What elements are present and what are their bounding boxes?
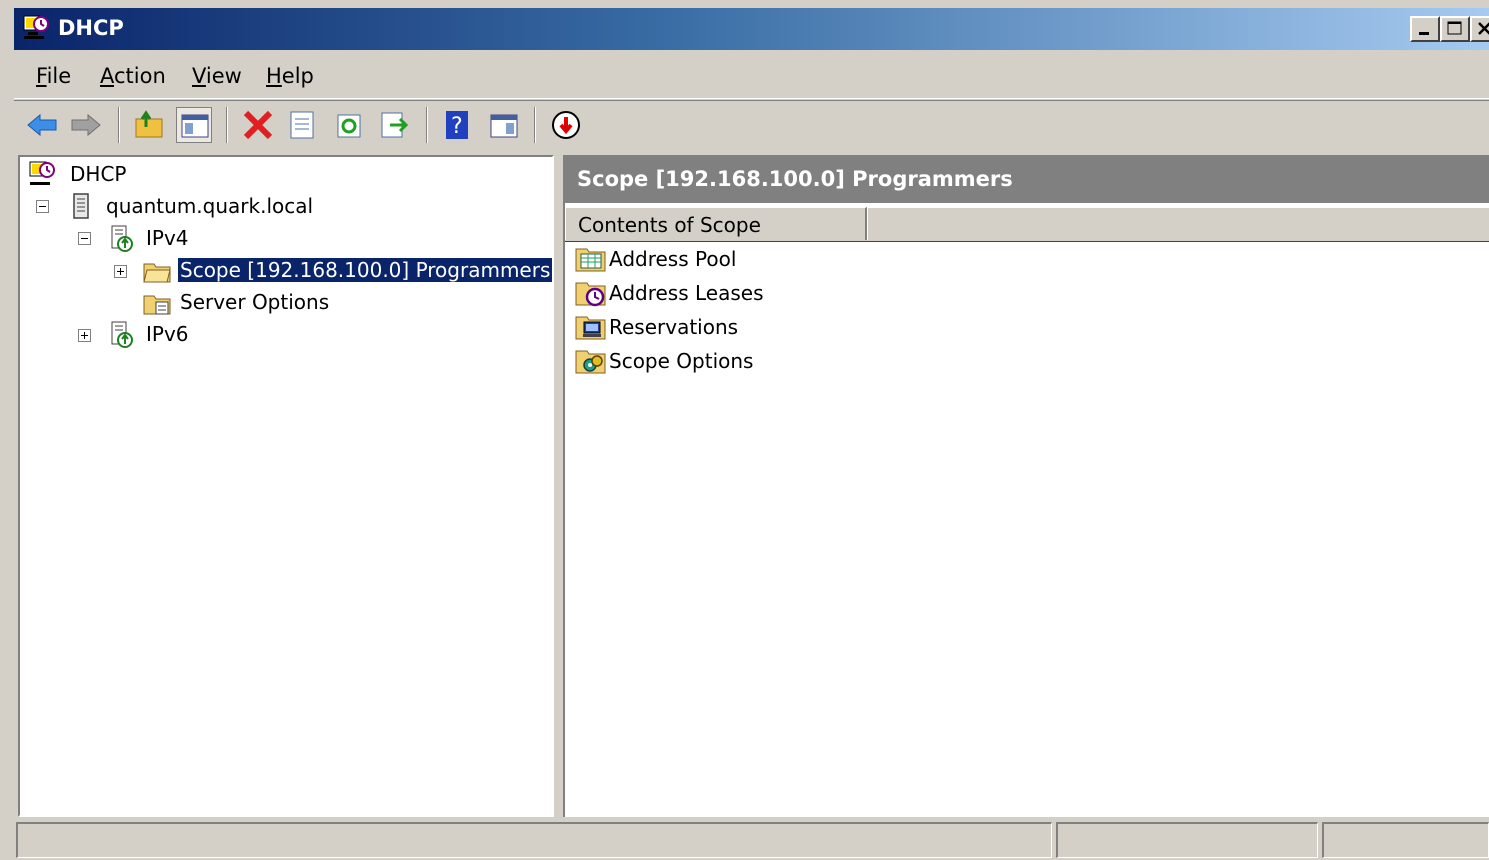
list-item-label: Address Leases [609, 281, 764, 305]
help-icon[interactable]: ? [440, 107, 476, 143]
svg-text:?: ? [451, 114, 463, 139]
status-pane-2 [1056, 822, 1318, 858]
menu-view[interactable]: View [192, 64, 242, 88]
toolbar-separator [118, 107, 120, 143]
tree-label: IPv4 [146, 226, 189, 250]
properties-icon[interactable] [284, 107, 320, 143]
toolbar-separator [226, 107, 228, 143]
tree-label: quantum.quark.local [106, 194, 314, 218]
refresh-icon[interactable] [332, 107, 368, 143]
list-item-label: Address Pool [609, 247, 737, 271]
close-button[interactable] [1470, 16, 1489, 42]
maximize-button[interactable] [1440, 16, 1470, 42]
deactivate-icon[interactable] [548, 107, 584, 143]
up-one-level-icon[interactable] [132, 107, 168, 143]
tree-label-selected: Scope [192.168.100.0] Programmers [176, 257, 554, 283]
expand-toggle[interactable] [78, 329, 91, 342]
address-leases-icon [575, 279, 607, 307]
dhcp-window: DHCP File Action View Help ? DHCP quantu… [0, 0, 1489, 860]
show-hide-console-tree-icon[interactable] [176, 107, 212, 143]
tree-label: Server Options [180, 290, 330, 314]
ipv6-icon [108, 320, 138, 350]
server-icon [68, 192, 98, 222]
export-list-icon[interactable] [376, 107, 412, 143]
server-options-icon [142, 288, 172, 318]
forward-icon[interactable] [68, 107, 104, 143]
column-header-empty[interactable] [867, 207, 1489, 240]
address-pool-icon [575, 245, 607, 273]
window-title: DHCP [58, 16, 124, 40]
console-tree[interactable]: DHCP quantum.quark.local IPv4 Scope [192… [18, 155, 554, 817]
toolbar-separator [534, 107, 536, 143]
collapse-toggle[interactable] [78, 232, 91, 245]
dhcp-icon [28, 160, 58, 190]
collapse-toggle[interactable] [36, 200, 49, 213]
minimize-button[interactable] [1410, 16, 1440, 42]
menu-bar: File Action View Help [14, 54, 1489, 99]
results-header: Scope [192.168.100.0] Programmers [565, 157, 1489, 203]
scope-folder-icon [142, 256, 172, 286]
column-header-contents[interactable]: Contents of Scope [565, 207, 867, 240]
status-bar [14, 820, 1489, 860]
status-pane-main [16, 822, 1052, 858]
show-hide-action-pane-icon[interactable] [486, 107, 522, 143]
ipv4-icon [108, 224, 138, 254]
toolbar: ? [14, 100, 1489, 151]
back-icon[interactable] [24, 107, 60, 143]
dhcp-app-icon [22, 14, 52, 42]
list-item-label: Scope Options [609, 349, 754, 373]
list-item-label: Reservations [609, 315, 739, 339]
menu-help[interactable]: Help [266, 64, 314, 88]
reservations-icon [575, 313, 607, 341]
title-bar[interactable]: DHCP [14, 8, 1489, 50]
menu-action[interactable]: Action [100, 64, 166, 88]
tree-label: IPv6 [146, 322, 189, 346]
column-header-label: Contents of Scope [578, 213, 761, 237]
delete-icon[interactable] [240, 107, 276, 143]
expand-toggle[interactable] [114, 265, 127, 278]
column-header-bar: Contents of Scope [565, 207, 1489, 242]
results-title: Scope [192.168.100.0] Programmers [577, 167, 1013, 191]
results-pane[interactable]: Scope [192.168.100.0] Programmers Conten… [563, 155, 1489, 817]
toolbar-separator [426, 107, 428, 143]
status-pane-3 [1322, 822, 1489, 858]
tree-label: DHCP [70, 162, 127, 186]
menu-file[interactable]: File [36, 64, 71, 88]
scope-options-icon [575, 347, 607, 375]
